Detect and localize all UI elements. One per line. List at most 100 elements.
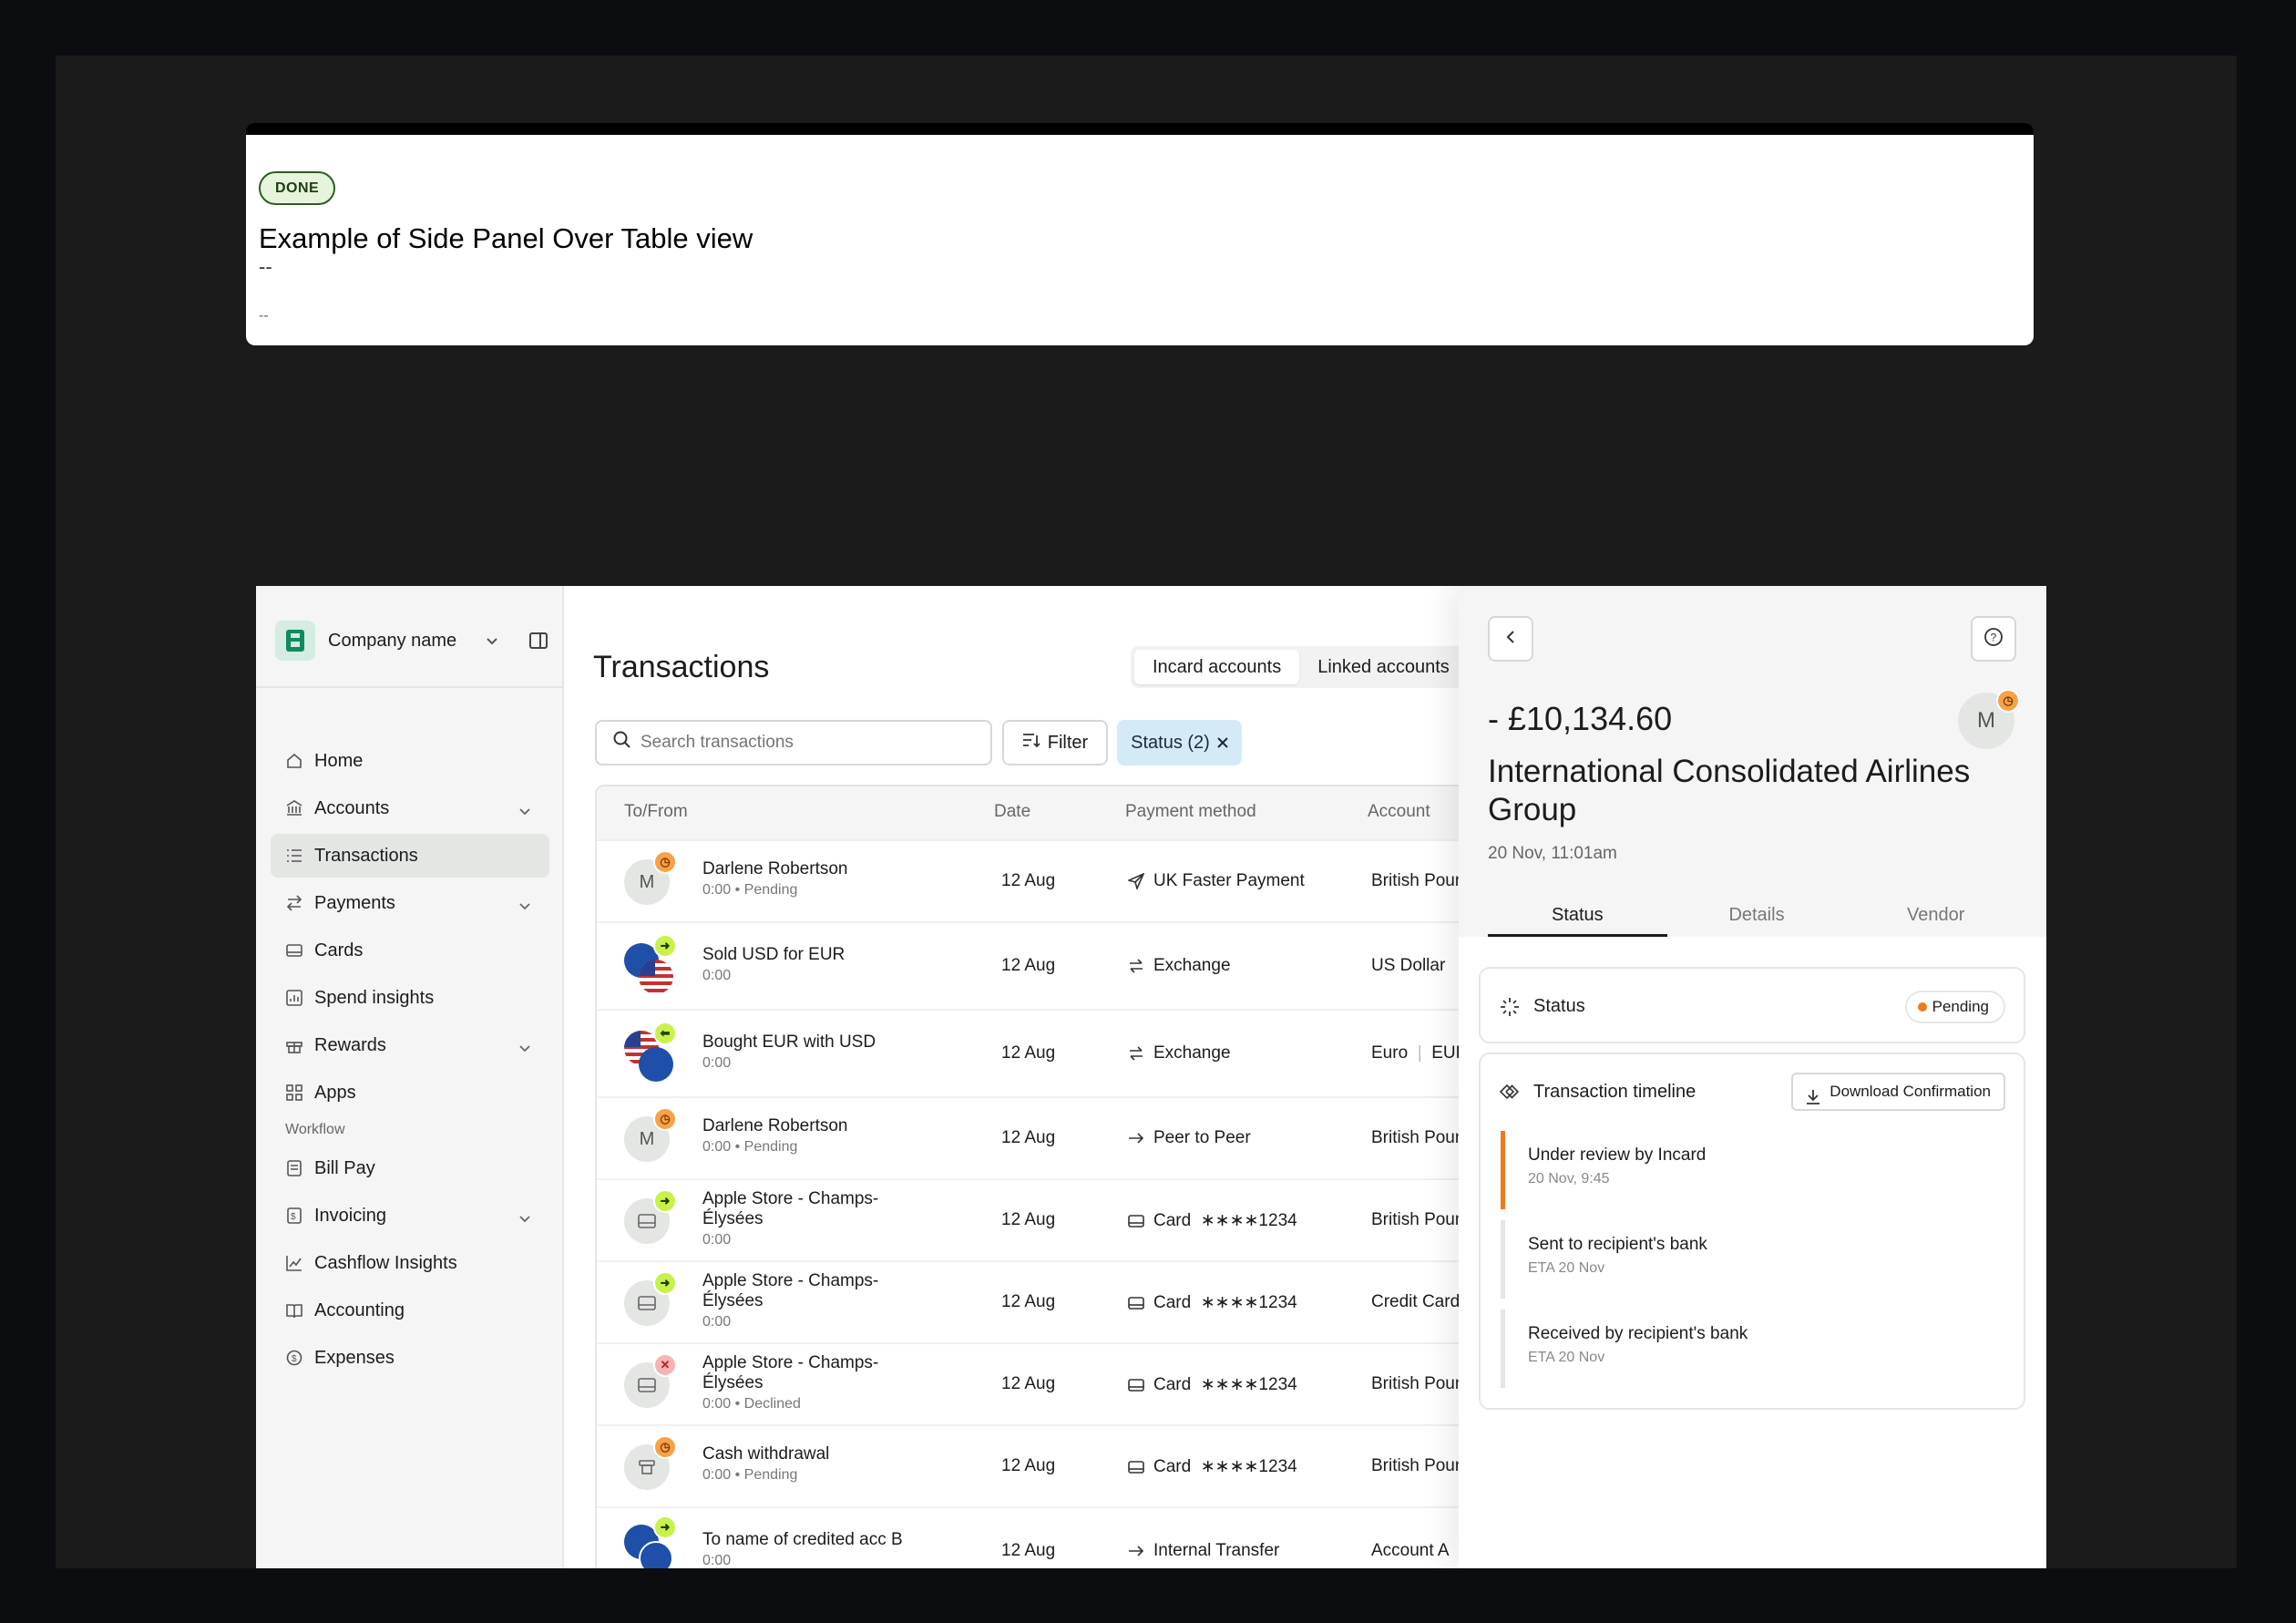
timeline-card: Transaction timeline Download Confirmati… bbox=[1479, 1053, 2025, 1410]
avatar: ⬅ bbox=[624, 1022, 677, 1082]
sidebar-item-cashflow-insights[interactable]: Cashflow Insights bbox=[271, 1241, 549, 1285]
row-name-cell: Sold USD for EUR 0:00 bbox=[702, 945, 845, 984]
svg-text:?: ? bbox=[1991, 631, 1997, 643]
tab-vendor[interactable]: Vendor bbox=[1846, 896, 2025, 937]
transaction-side-panel: ? - £10,134.60 M ◷ International Consoli… bbox=[1459, 586, 2046, 1568]
download-icon bbox=[1806, 1084, 1820, 1118]
timeline-item-sub: 20 Nov, 9:45 bbox=[1528, 1171, 1610, 1186]
sidebar-item-accounts[interactable]: Accounts bbox=[271, 786, 549, 830]
row-method: Card ∗∗∗∗1234 bbox=[1128, 1374, 1297, 1395]
card-number: ∗∗∗∗1234 bbox=[1200, 1211, 1297, 1230]
row-account: British Poun bbox=[1371, 1374, 1465, 1393]
close-icon[interactable] bbox=[1217, 733, 1228, 754]
coin-icon: $ bbox=[285, 1349, 303, 1367]
sidebar-item-label: Invoicing bbox=[314, 1205, 386, 1226]
transaction-date: 20 Nov, 11:01am bbox=[1488, 844, 1617, 863]
search-input[interactable] bbox=[641, 733, 969, 753]
method-label: Exchange bbox=[1153, 956, 1231, 975]
company-switcher[interactable]: Company name bbox=[275, 620, 548, 662]
sidebar-item-spend-insights[interactable]: Spend insights bbox=[271, 976, 549, 1020]
row-method: Card ∗∗∗∗1234 bbox=[1128, 1456, 1297, 1477]
row-name-cell: Bought EUR with USD 0:00 bbox=[702, 1032, 876, 1072]
search-box[interactable] bbox=[595, 720, 992, 765]
help-button[interactable]: ? bbox=[1971, 616, 2016, 662]
collapse-sidebar-icon[interactable] bbox=[529, 632, 548, 652]
invoice-icon: $ bbox=[285, 1207, 303, 1225]
sidebar-item-rewards[interactable]: Rewards bbox=[271, 1023, 549, 1067]
tab-status[interactable]: Status bbox=[1488, 896, 1667, 937]
row-date: 12 Aug bbox=[1001, 956, 1056, 975]
row-date: 12 Aug bbox=[1001, 1541, 1056, 1560]
row-name-cont: Élysées bbox=[702, 1291, 764, 1310]
card-icon bbox=[1128, 1296, 1144, 1310]
sidebar-item-cards[interactable]: Cards bbox=[271, 929, 549, 972]
sidebar-item-bill-pay[interactable]: Bill Pay bbox=[271, 1146, 549, 1190]
timeline-item-title: Under review by Incard bbox=[1528, 1145, 1707, 1165]
avatar: M ◷ bbox=[624, 850, 677, 905]
column-header[interactable]: Date bbox=[994, 802, 1030, 822]
sidebar-item-label: Bill Pay bbox=[314, 1157, 375, 1178]
tab-details[interactable]: Details bbox=[1667, 896, 1847, 937]
card-number: ∗∗∗∗1234 bbox=[1200, 1293, 1297, 1312]
sidebar-item-label: Expenses bbox=[314, 1347, 395, 1368]
chart-icon bbox=[285, 989, 303, 1007]
sidebar-item-expenses[interactable]: $ Expenses bbox=[271, 1336, 549, 1380]
us-flag-icon bbox=[639, 960, 673, 994]
row-state: Pending bbox=[743, 1467, 798, 1483]
sidebar-item-label: Payments bbox=[314, 892, 395, 913]
column-header[interactable]: Payment method bbox=[1125, 802, 1256, 822]
svg-text:$: $ bbox=[292, 1354, 297, 1364]
tab-incard-accounts[interactable]: Incard accounts bbox=[1134, 650, 1300, 684]
timeline-item-sub: ETA 20 Nov bbox=[1528, 1350, 1605, 1365]
row-name: Apple Store - Champs- bbox=[702, 1189, 879, 1208]
transaction-amount: - £10,134.60 bbox=[1488, 700, 1673, 737]
card-icon bbox=[1128, 1214, 1144, 1228]
row-time: 0:00 bbox=[702, 1232, 732, 1248]
account-type-toggle: Incard accounts Linked accounts bbox=[1131, 646, 1471, 688]
doc-card-note: -- bbox=[259, 308, 269, 324]
download-confirmation-button[interactable]: Download Confirmation bbox=[1791, 1073, 2005, 1111]
row-time: 0:00 bbox=[702, 882, 732, 898]
status-badge: Pending bbox=[1904, 991, 2005, 1023]
filter-button[interactable]: Filter bbox=[1002, 720, 1108, 765]
timeline-item: Under review by Incard 20 Nov, 9:45 bbox=[1501, 1131, 1993, 1209]
avatar: ➜ bbox=[624, 1189, 677, 1244]
filter-icon bbox=[1022, 732, 1040, 754]
eu-flag-icon bbox=[639, 1541, 673, 1568]
sidebar-item-accounting[interactable]: Accounting bbox=[271, 1289, 549, 1332]
done-badge: DONE bbox=[259, 171, 336, 205]
arrow-left-icon: ⬅ bbox=[653, 1022, 677, 1045]
sidebar-item-payments[interactable]: Payments bbox=[271, 881, 549, 925]
account-name: Euro bbox=[1371, 1043, 1409, 1063]
sidebar-item-home[interactable]: Home bbox=[271, 739, 549, 783]
chevron-down-icon bbox=[518, 896, 531, 917]
sidebar-item-apps[interactable]: Apps bbox=[271, 1071, 549, 1115]
back-button[interactable] bbox=[1488, 616, 1533, 662]
sidebar-item-invoicing[interactable]: $ Invoicing bbox=[271, 1194, 549, 1238]
avatar: M ◷ bbox=[624, 1107, 677, 1162]
row-time: 0:00 bbox=[702, 1553, 732, 1568]
row-name: Bought EUR with USD bbox=[702, 1032, 876, 1052]
timeline-item: Sent to recipient's bank ETA 20 Nov bbox=[1501, 1220, 1993, 1299]
row-name: Cash withdrawal bbox=[702, 1444, 830, 1464]
column-header[interactable]: To/From bbox=[624, 802, 688, 822]
tab-linked-accounts[interactable]: Linked accounts bbox=[1299, 650, 1468, 684]
status-filter-chip[interactable]: Status (2) bbox=[1117, 720, 1242, 765]
arrow-right-icon bbox=[1129, 1546, 1144, 1556]
row-method: Card ∗∗∗∗1234 bbox=[1128, 1292, 1297, 1313]
sidebar-item-transactions[interactable]: Transactions bbox=[271, 834, 549, 878]
clock-icon: ◷ bbox=[653, 1107, 677, 1131]
avatar: ◷ bbox=[624, 1435, 677, 1490]
column-header[interactable]: Account bbox=[1368, 802, 1430, 822]
row-subtext: 0:00 • Pending bbox=[702, 1467, 798, 1483]
row-subtext: 0:00 • Pending bbox=[702, 1139, 798, 1155]
method-label: Card bbox=[1153, 1374, 1192, 1394]
row-name: Sold USD for EUR bbox=[702, 945, 846, 964]
exchange-icon bbox=[1130, 1046, 1143, 1061]
chevron-down-icon bbox=[518, 801, 531, 822]
row-method: Card ∗∗∗∗1234 bbox=[1128, 1210, 1297, 1231]
arrows-icon bbox=[285, 894, 303, 912]
help-icon: ? bbox=[1983, 627, 2004, 652]
status-label: Status bbox=[1533, 996, 1585, 1016]
chevron-down-icon[interactable] bbox=[486, 634, 498, 649]
